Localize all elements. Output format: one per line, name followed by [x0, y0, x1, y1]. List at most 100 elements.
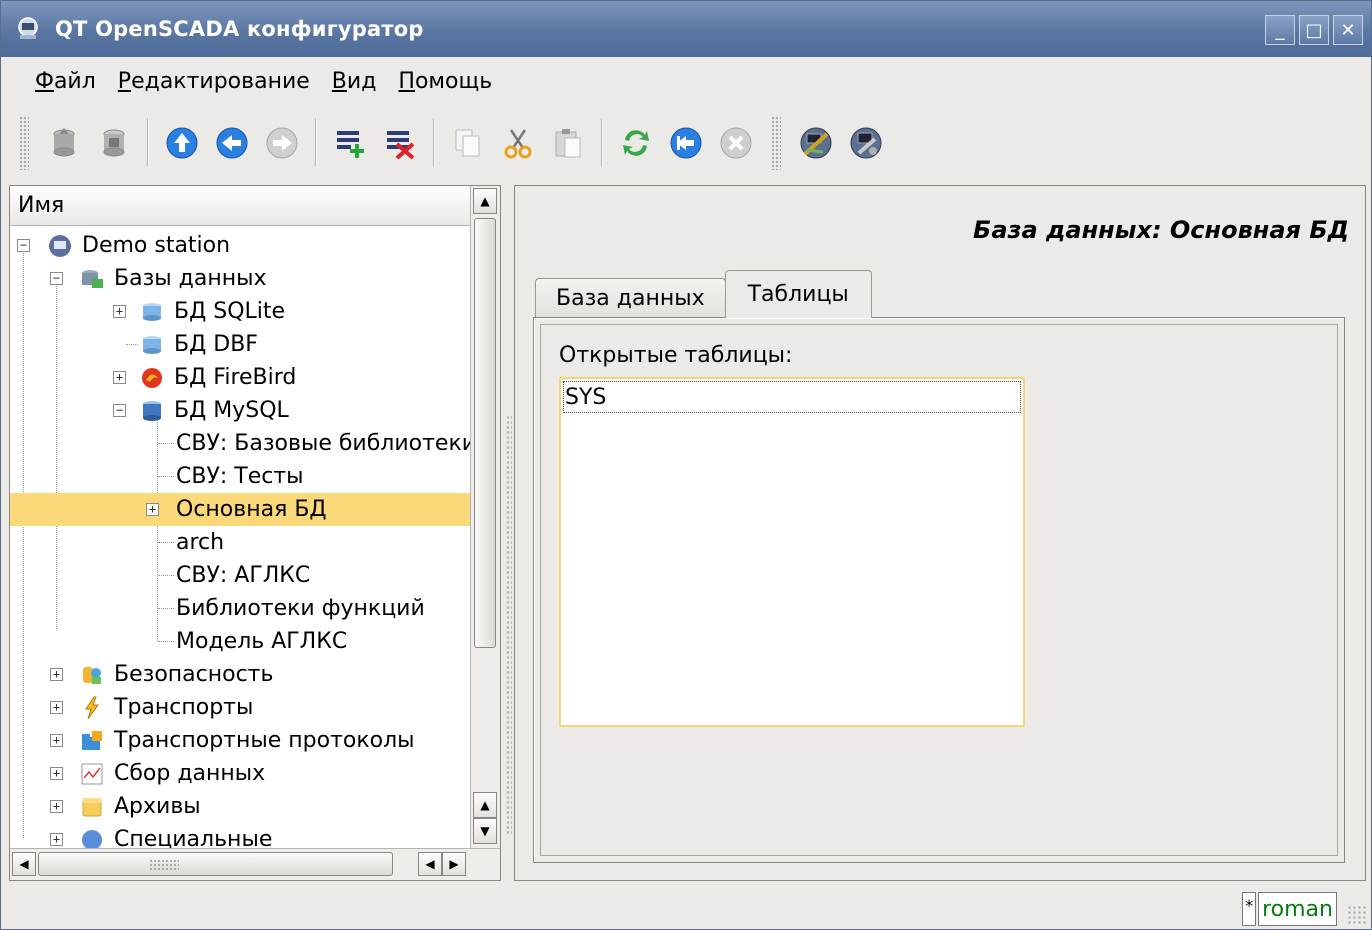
expand-toggle[interactable]: + [50, 701, 63, 714]
tree-item-daq[interactable]: + Сбор данных [10, 757, 470, 790]
network-tool-button[interactable] [844, 121, 888, 165]
expand-toggle[interactable]: + [50, 668, 63, 681]
panel-splitter[interactable] [506, 185, 512, 881]
collapse-toggle[interactable]: − [17, 239, 30, 252]
toolbar-grip[interactable] [771, 116, 781, 170]
scroll-down-button[interactable]: ▼ [473, 818, 497, 844]
scroll-left-button[interactable]: ◀ [12, 852, 36, 876]
tree-item-label: Транспорты [114, 695, 254, 720]
tree-item-label: БД DBF [174, 332, 258, 357]
tree-item-archives[interactable]: + Архивы [10, 790, 470, 823]
scroll-right-button[interactable]: ▶ [442, 852, 466, 876]
daq-icon [80, 762, 104, 786]
up-button[interactable] [160, 121, 204, 165]
title-bar[interactable]: QT OpenSCADA конфигуратор _ □ ✕ [1, 1, 1371, 57]
scroll-thumb[interactable] [38, 852, 393, 876]
menu-bar: Файл Редактирование Вид Помощь [1, 57, 1371, 105]
tree-vertical-scrollbar[interactable]: ▲ ▲ ▼ [470, 186, 500, 849]
navigation-tree[interactable]: Имя − Demo station − Базы данных + БД SQ… [9, 185, 501, 881]
add-item-button[interactable] [328, 121, 372, 165]
expand-toggle[interactable]: + [50, 800, 63, 813]
delete-item-icon [387, 131, 415, 160]
tree-item-svu-aglks[interactable]: СВУ: АГЛКС [10, 559, 470, 592]
db-load-button[interactable] [42, 121, 86, 165]
expand-toggle[interactable]: + [113, 305, 126, 318]
menu-view[interactable]: Вид [332, 69, 377, 94]
tree-item-db-sqlite[interactable]: + БД SQLite [10, 295, 470, 328]
tool-button[interactable] [794, 121, 838, 165]
app-window: QT OpenSCADA конфигуратор _ □ ✕ Файл Ред… [0, 0, 1372, 930]
scroll-up-button[interactable]: ▲ [473, 188, 497, 214]
tree-item-special[interactable]: + Специальные [10, 823, 470, 849]
tree-item-transports[interactable]: + Транспорты [10, 691, 470, 724]
collapse-toggle[interactable]: − [113, 404, 126, 417]
tree-item-databases[interactable]: − Базы данных [10, 262, 470, 295]
tree-column-header[interactable]: Имя [10, 186, 470, 226]
expand-toggle[interactable]: + [50, 767, 63, 780]
tree-item-svu-tests[interactable]: СВУ: Тесты [10, 460, 470, 493]
content-panel: База данных: Основная БД База данных Таб… [514, 185, 1366, 881]
copy-button[interactable] [446, 121, 490, 165]
back-button[interactable] [210, 121, 254, 165]
forward-button[interactable] [260, 121, 304, 165]
cut-button[interactable] [496, 121, 540, 165]
menu-file[interactable]: Файл [35, 69, 96, 94]
archive-icon [80, 795, 104, 819]
tree-horizontal-scrollbar[interactable]: ◀ ◀ ▶ [10, 848, 500, 880]
up-icon [166, 127, 198, 159]
tree-item-demo-station[interactable]: − Demo station [10, 229, 470, 262]
tree-connector [158, 641, 174, 642]
db-icon [140, 333, 164, 357]
tree-item-label: Архивы [114, 794, 201, 819]
tree-item-label: БД MySQL [174, 398, 289, 423]
collapse-toggle[interactable]: − [50, 272, 63, 285]
tables-group: Открытые таблицы: SYS [540, 324, 1338, 856]
expand-toggle[interactable]: + [146, 503, 159, 516]
expand-toggle[interactable]: + [50, 833, 63, 846]
tree-connector [158, 542, 174, 543]
minimize-button[interactable]: _ [1265, 15, 1295, 45]
tree-item-func-libs[interactable]: Библиотеки функций [10, 592, 470, 625]
cut-icon [504, 129, 532, 159]
scroll-thumb[interactable] [474, 218, 496, 648]
menu-help[interactable]: Помощь [398, 69, 492, 94]
tree-item-main-db[interactable]: + Основная БД [10, 493, 470, 526]
expand-toggle[interactable]: + [113, 371, 126, 384]
tab-database[interactable]: База данных [535, 278, 726, 318]
paste-button[interactable] [546, 121, 590, 165]
tab-content: Открытые таблицы: SYS [533, 317, 1345, 863]
db-save-button[interactable] [92, 121, 136, 165]
maximize-button[interactable]: □ [1299, 15, 1329, 45]
user-indicator[interactable]: roman [1258, 892, 1337, 926]
scroll-up-button[interactable]: ▲ [473, 792, 497, 818]
tree-body[interactable]: − Demo station − Базы данных + БД SQLite… [10, 227, 470, 849]
tree-item-model-aglks[interactable]: Модель АГЛКС [10, 625, 470, 658]
open-tables-list[interactable]: SYS [559, 377, 1025, 727]
menu-edit[interactable]: Редактирование [118, 69, 310, 94]
tree-item-label: Безопасность [114, 662, 274, 687]
tree-connector [158, 608, 174, 609]
tree-item-db-dbf[interactable]: БД DBF [10, 328, 470, 361]
databases-icon [80, 267, 104, 291]
delete-item-button[interactable] [378, 121, 422, 165]
copy-icon [455, 129, 480, 157]
resize-grip[interactable] [1347, 905, 1367, 925]
list-item[interactable]: SYS [563, 381, 1021, 413]
status-bar-user: * roman [1242, 891, 1337, 927]
tree-item-label: Demo station [82, 233, 231, 258]
close-button[interactable]: ✕ [1333, 15, 1363, 45]
toolbar-grip[interactable] [19, 116, 29, 170]
tree-item-protocols[interactable]: + Транспортные протоколы [10, 724, 470, 757]
start-button[interactable] [664, 121, 708, 165]
tree-item-db-firebird[interactable]: + БД FireBird [10, 361, 470, 394]
tree-item-security[interactable]: + Безопасность [10, 658, 470, 691]
scroll-left-button[interactable]: ◀ [418, 852, 442, 876]
tree-item-db-mysql[interactable]: − БД MySQL [10, 394, 470, 427]
expand-toggle[interactable]: + [50, 734, 63, 747]
tree-connector [158, 443, 174, 444]
tree-item-svu-base-libs[interactable]: СВУ: Базовые библиотеки [10, 427, 470, 460]
stop-button[interactable] [714, 121, 758, 165]
tab-tables[interactable]: Таблицы [724, 270, 872, 318]
refresh-button[interactable] [614, 121, 658, 165]
tree-item-arch[interactable]: arch [10, 526, 470, 559]
